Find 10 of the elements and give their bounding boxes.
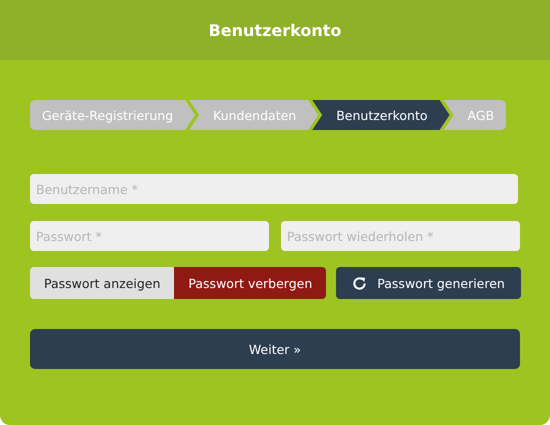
step-tab[interactable]: Benutzerkonto [312,100,450,130]
refresh-icon [352,276,368,290]
visibility-toggle-button[interactable]: Passwort verbergen [174,267,326,299]
username-field[interactable]: Benutzername * [30,174,518,204]
password-repeat-field[interactable]: Passwort wiederholen * [281,221,520,251]
password-field[interactable]: Passwort * [30,221,269,251]
visibility-toggle-button[interactable]: Passwort anzeigen [30,267,174,299]
next-button[interactable]: Weiter » [30,329,520,369]
generate-password-button[interactable]: Passwort generieren [336,267,521,299]
page-title: Benutzerkonto [208,20,342,40]
